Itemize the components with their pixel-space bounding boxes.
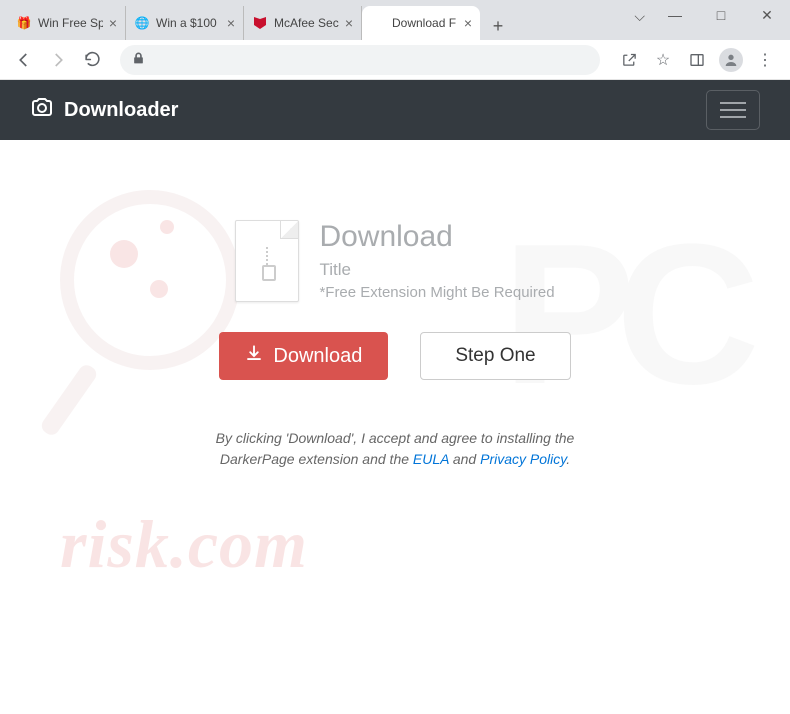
share-icon[interactable] <box>614 45 644 75</box>
download-arrow-icon <box>245 344 263 368</box>
tab-strip: 🎁 Win Free Sp × 🌐 Win a $100 × McAfee Se… <box>8 6 512 40</box>
chevron-down-icon[interactable]: ⌵ <box>634 8 645 25</box>
privacy-policy-link[interactable]: Privacy Policy <box>480 451 566 467</box>
maximize-button[interactable]: □ <box>698 0 744 30</box>
tab-download-active[interactable]: Download F × <box>362 6 480 40</box>
disclaimer-post: . <box>566 451 570 467</box>
forward-button[interactable] <box>44 46 72 74</box>
file-zip-icon <box>235 220 299 302</box>
close-icon[interactable]: × <box>109 15 117 31</box>
eula-link[interactable]: EULA <box>413 451 449 467</box>
disclaimer-mid: and <box>449 451 480 467</box>
page-navbar: Downloader <box>0 80 790 140</box>
window-controls: — □ ✕ <box>652 0 790 30</box>
kebab-menu-icon[interactable]: ⋮ <box>750 45 780 75</box>
download-subtitle: Title <box>319 260 554 280</box>
tab-title: Download F <box>392 16 458 30</box>
disclaimer-text: By clicking 'Download', I accept and agr… <box>195 428 595 470</box>
tab-mcafee[interactable]: McAfee Sec × <box>244 6 362 40</box>
download-text: Download Title *Free Extension Might Be … <box>319 220 554 301</box>
mcafee-favicon <box>252 15 268 31</box>
main-content: Download Title *Free Extension Might Be … <box>0 140 790 470</box>
globe-favicon: 🌐 <box>134 15 150 31</box>
download-section: Download Title *Free Extension Might Be … <box>235 220 554 302</box>
download-button-label: Download <box>273 345 362 368</box>
browser-toolbar: ☆ ⋮ <box>0 40 790 80</box>
gift-favicon: 🎁 <box>16 15 32 31</box>
new-tab-button[interactable]: + <box>484 12 512 40</box>
step-one-button[interactable]: Step One <box>420 332 570 380</box>
watermark-text: risk.com <box>60 505 308 584</box>
download-button[interactable]: Download <box>219 332 388 380</box>
close-icon[interactable]: × <box>227 15 235 31</box>
browser-titlebar: 🎁 Win Free Sp × 🌐 Win a $100 × McAfee Se… <box>0 0 790 40</box>
reload-button[interactable] <box>78 46 106 74</box>
close-window-button[interactable]: ✕ <box>744 0 790 30</box>
page-content: PC risk.com Downloader Download Title *F… <box>0 80 790 714</box>
lock-icon <box>132 52 145 68</box>
brand-text: Downloader <box>64 99 178 122</box>
address-bar[interactable] <box>120 45 600 75</box>
back-button[interactable] <box>10 46 38 74</box>
step-button-label: Step One <box>455 345 535 366</box>
tab-win-free[interactable]: 🎁 Win Free Sp × <box>8 6 126 40</box>
side-panel-icon[interactable] <box>682 45 712 75</box>
minimize-button[interactable]: — <box>652 0 698 30</box>
close-icon[interactable]: × <box>345 15 353 31</box>
blank-favicon <box>370 15 386 31</box>
tab-title: McAfee Sec <box>274 16 339 30</box>
button-row: Download Step One <box>219 332 570 380</box>
tab-title: Win a $100 <box>156 16 221 30</box>
profile-avatar[interactable] <box>716 45 746 75</box>
brand[interactable]: Downloader <box>30 95 178 125</box>
download-heading: Download <box>319 220 554 254</box>
tab-title: Win Free Sp <box>38 16 103 30</box>
close-icon[interactable]: × <box>464 15 472 31</box>
star-icon[interactable]: ☆ <box>648 45 678 75</box>
download-note: *Free Extension Might Be Required <box>319 284 554 301</box>
camera-icon <box>30 95 54 125</box>
tab-win-100[interactable]: 🌐 Win a $100 × <box>126 6 244 40</box>
hamburger-menu[interactable] <box>706 90 760 130</box>
toolbar-right: ☆ ⋮ <box>614 45 780 75</box>
